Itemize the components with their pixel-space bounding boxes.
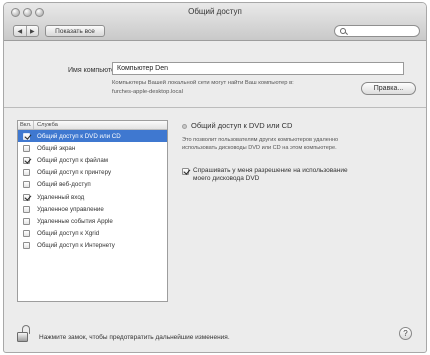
computer-name-hint: Компьютеры Вашей локальной сети могут на… [112,79,357,97]
ask-permission-checkbox[interactable] [182,168,189,175]
service-label: Общий доступ к DVD или CD [37,132,121,140]
service-checkbox[interactable] [22,156,30,164]
search-icon [340,28,346,34]
edit-name-button[interactable]: Правка... [361,82,416,95]
service-checkbox-cell [18,181,34,189]
service-row[interactable]: Общий доступ к принтеру [18,167,167,179]
service-label: Общий экран [37,144,76,152]
service-checkbox-cell [18,132,34,140]
hint-line: Компьютеры Вашей локальной сети могут на… [112,80,294,86]
description-line: Это позволит пользователям других компью… [182,137,339,143]
service-row[interactable]: Общий доступ к файлам [18,154,167,166]
service-row[interactable]: Общий доступ к DVD или CD [18,130,167,143]
description-line: использовать дисководы DVD или CD на это… [182,145,337,151]
title-bar: Общий доступ ◀ ▶ Показать все [4,3,426,41]
service-checkbox[interactable] [22,242,30,250]
column-header-on[interactable]: Вкл. [18,121,34,129]
section-divider [4,107,426,108]
ask-permission-line: Спрашивать у меня разрешение на использо… [193,167,348,174]
service-row[interactable]: Удаленное управление [18,203,167,215]
service-checkbox-cell [18,242,34,250]
forward-button[interactable]: ▶ [25,26,39,36]
service-label: Удаленный вход [37,193,85,201]
service-checkbox[interactable] [22,205,30,213]
back-button[interactable]: ◀ [14,26,26,36]
service-row[interactable]: Общий доступ к Xgrid [18,228,167,240]
sharing-window: Общий доступ ◀ ▶ Показать все Имя компью… [3,2,427,353]
service-row[interactable]: Общий веб-доступ [18,179,167,191]
service-row[interactable]: Удаленные события Apple [18,215,167,227]
column-header-service[interactable]: Служба [34,121,167,129]
lock-body [17,332,28,342]
window-title: Общий доступ [188,7,242,16]
service-status-title: Общий доступ к DVD или CD [191,121,293,130]
service-label: Общий доступ к принтеру [37,169,112,177]
search-input[interactable] [334,25,420,37]
forward-arrow-icon: ▶ [29,28,35,35]
ask-permission-label[interactable]: Спрашивать у меня разрешение на использо… [193,167,393,183]
status-indicator-icon [182,124,187,129]
service-row[interactable]: Удаленный вход [18,191,167,203]
help-icon: ? [403,329,408,338]
service-checkbox-cell [18,156,34,164]
help-button[interactable]: ? [399,327,412,340]
service-label: Общий веб-доступ [37,181,91,189]
service-checkbox[interactable] [22,181,30,189]
local-hostname: furches-apple-desktop.local [112,89,183,95]
back-forward-buttons: ◀ ▶ [13,25,39,37]
service-description: Это позволит пользователям других компью… [182,136,412,152]
service-label: Общий доступ к Xgrid [37,230,100,238]
service-checkbox[interactable] [22,217,30,225]
service-label: Общий доступ к Интернету [37,242,115,250]
service-row[interactable]: Общий доступ к Интернету [18,240,167,252]
service-checkbox-cell [18,169,34,177]
service-checkbox-cell [18,205,34,213]
service-checkbox-cell [18,193,34,201]
service-checkbox-cell [18,217,34,225]
lock-icon[interactable] [17,325,31,343]
service-checkbox[interactable] [22,193,30,201]
service-checkbox[interactable] [22,230,30,238]
ask-permission-line: моего дисковода DVD [193,175,260,182]
service-checkbox[interactable] [22,169,30,177]
service-checkbox[interactable] [22,132,30,140]
show-all-button[interactable]: Показать все [45,25,105,37]
service-checkbox[interactable] [22,144,30,152]
service-label: Удаленное управление [37,205,104,213]
service-checkbox-cell [18,144,34,152]
lock-instruction-text: Нажмите замок, чтобы предотвратить дальн… [39,334,230,341]
services-list-header: Вкл. Служба [18,121,167,130]
services-list: Вкл. Служба Общий доступ к DVD или CD Общ… [17,120,168,302]
service-label: Общий доступ к файлам [37,156,109,164]
back-arrow-icon: ◀ [17,28,23,35]
computer-name-field[interactable]: Компьютер Den [112,62,404,75]
services-rows: Общий доступ к DVD или CD Общий экран Общи… [18,130,167,252]
service-checkbox-cell [18,230,34,238]
service-label: Удаленные события Apple [37,217,113,225]
service-row[interactable]: Общий экран [18,142,167,154]
